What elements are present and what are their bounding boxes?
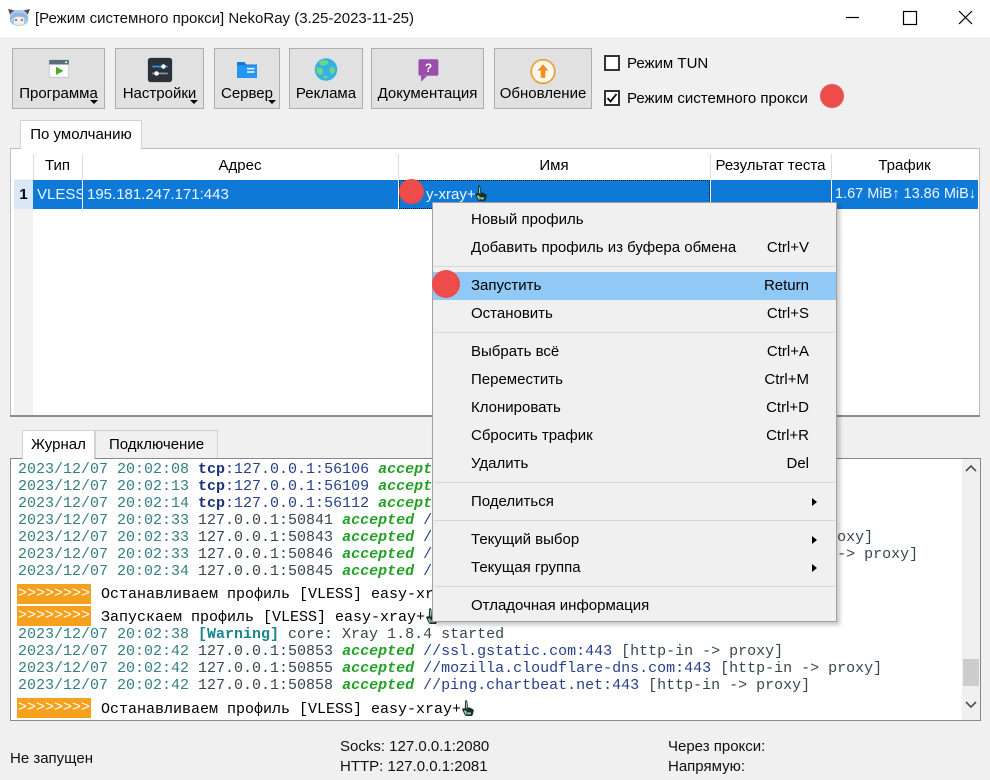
svg-text:?: ? — [424, 61, 431, 75]
